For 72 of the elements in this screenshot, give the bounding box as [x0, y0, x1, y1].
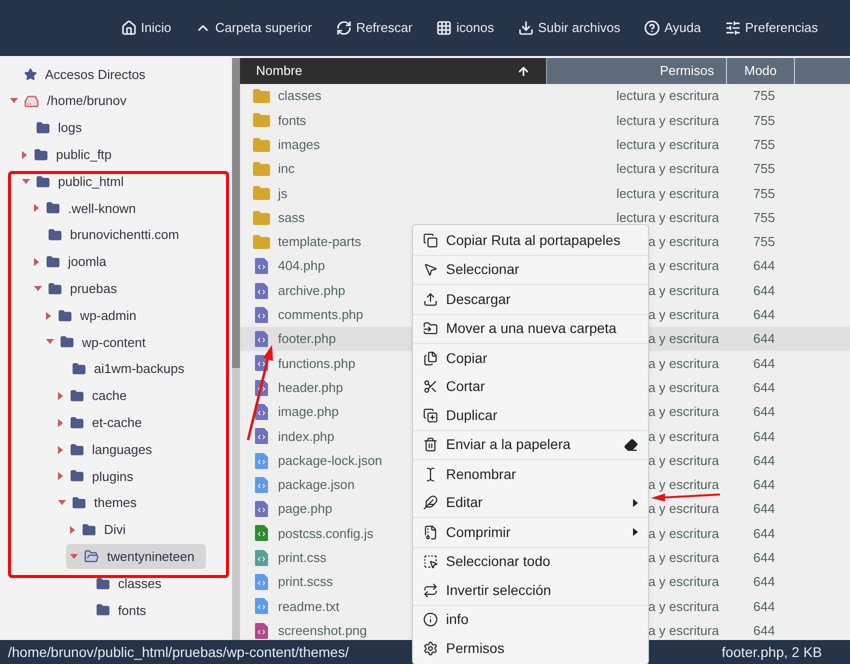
- mode-cell-text: 644: [752, 330, 775, 348]
- file-name: footer.php: [278, 330, 336, 348]
- permissions-cell-text: lectura y escritura: [616, 184, 719, 203]
- permissions-cell-text: a y escritura: [648, 257, 719, 276]
- mode-cell-text: 644: [752, 598, 775, 616]
- file-name: comments.php: [278, 306, 364, 324]
- file-name: header.php: [278, 378, 344, 397]
- file-name: 404.php: [278, 257, 325, 276]
- permissions-cell-text: lectura y escritura: [616, 160, 719, 178]
- mode-cell-text: 644: [752, 452, 775, 470]
- file-name: print.css: [278, 549, 326, 568]
- permissions-cell-text: a y escritura: [648, 282, 719, 300]
- file-name: classes: [278, 87, 322, 106]
- permissions-cell-text: a y escritura: [648, 354, 719, 373]
- permissions-cell-text: a y escritura: [648, 549, 719, 568]
- mode-cell-text: 644: [752, 622, 775, 640]
- mode-cell-text: 755: [752, 136, 775, 154]
- file-name: sass: [278, 208, 305, 227]
- file-name: package-lock.json: [278, 452, 382, 470]
- file-name: fonts: [278, 112, 306, 130]
- mode-cell-text: 644: [752, 500, 775, 518]
- mode-cell-text: 644: [752, 428, 775, 446]
- file-name: page.php: [278, 500, 332, 518]
- file-name: js: [278, 184, 288, 203]
- permissions-cell-text: a y escritura: [648, 428, 719, 446]
- permissions-cell-text: a y escritura: [648, 622, 719, 640]
- file-name: image.php: [278, 403, 339, 422]
- mode-cell-text: 755: [752, 208, 775, 227]
- file-name: inc: [278, 160, 295, 178]
- permissions-cell-text: a y escritura: [648, 378, 719, 397]
- mode-cell-text: 644: [752, 378, 775, 397]
- mode-cell-text: 644: [752, 549, 775, 568]
- mode-cell-text: 755: [752, 112, 775, 130]
- permissions-cell-text: lectura y escritura: [616, 112, 719, 130]
- permissions-cell-text: a y escritura: [648, 500, 719, 518]
- permissions-cell-text: a y escritura: [648, 573, 719, 592]
- selection-info: footer.php, 2 KB: [722, 642, 823, 662]
- mode-cell-text: 755: [752, 160, 775, 178]
- mode-cell-text: 644: [752, 403, 775, 422]
- mode-cell-text: 755: [752, 184, 775, 203]
- file-name: images: [278, 136, 320, 154]
- permissions-cell-text: a y escritura: [648, 476, 719, 494]
- permissions-cell-text: lectura y escritura: [616, 136, 719, 154]
- file-name: readme.txt: [278, 598, 340, 616]
- mode-cell-text: 644: [752, 476, 775, 494]
- file-name: package.json: [278, 476, 355, 494]
- file-name: print.scss: [278, 573, 333, 592]
- file-name: functions.php: [278, 354, 356, 373]
- mode-cell-text: 644: [752, 354, 775, 373]
- permissions-cell-text: a y escritura: [648, 452, 719, 470]
- permissions-cell-text: a y escritura: [648, 524, 719, 543]
- file-name: template-parts: [278, 233, 362, 252]
- current-path: /home/brunov/public_html/pruebas/wp-content/themes/: [8, 642, 349, 662]
- mode-cell-text: 644: [752, 282, 775, 300]
- file-name: screenshot.png: [278, 622, 367, 640]
- mode-cell-text: 755: [752, 233, 775, 252]
- permissions-cell-text: lectura y escritura: [616, 87, 719, 106]
- mode-cell-text: 755: [752, 87, 775, 106]
- file-name: postcss.config.js: [278, 524, 374, 543]
- mode-cell-text: 644: [752, 524, 775, 543]
- mode-cell-text: 644: [752, 573, 775, 592]
- permissions-cell-text: a y escritura: [648, 330, 719, 348]
- file-name: index.php: [278, 428, 334, 446]
- permissions-cell-text: a y escritura: [648, 233, 719, 252]
- file-name: archive.php: [278, 282, 346, 300]
- permissions-cell-text: lectura y escritura: [616, 208, 719, 227]
- mode-cell-text: 644: [752, 306, 775, 324]
- permissions-cell-text: a y escritura: [648, 403, 719, 422]
- column-title: Nombre: [256, 62, 302, 80]
- permissions-cell-text: a y escritura: [648, 306, 719, 324]
- mode-cell-text: 644: [752, 257, 775, 276]
- permissions-cell-text: a y escritura: [648, 598, 719, 616]
